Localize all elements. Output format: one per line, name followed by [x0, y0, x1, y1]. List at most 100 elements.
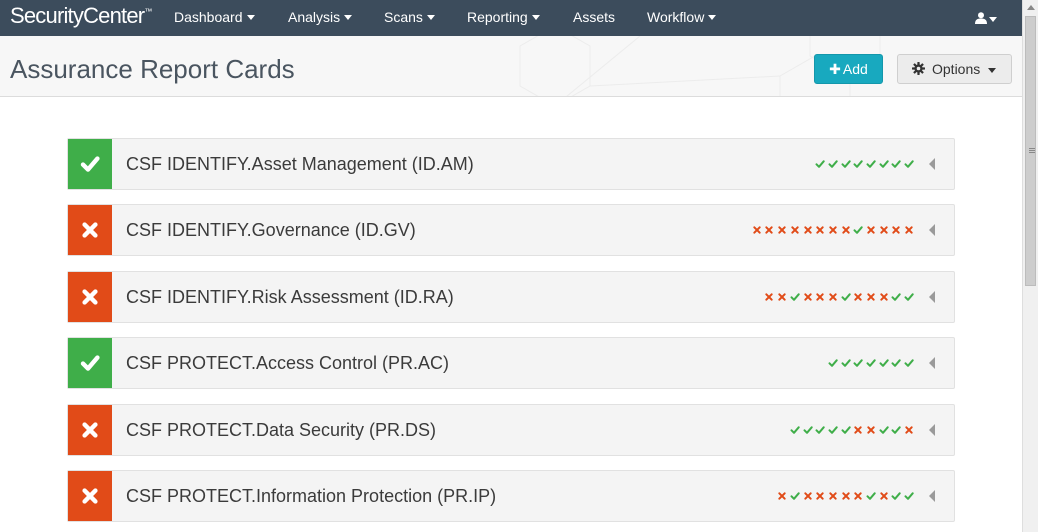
card-title: CSF PROTECT.Data Security (PR.DS): [126, 420, 437, 440]
history-check-icon: [803, 426, 813, 434]
chevron-down-icon: [989, 17, 997, 22]
history-x-icon: [867, 293, 875, 301]
chevron-down-icon: [988, 68, 996, 73]
check-icon: [80, 156, 100, 172]
status-badge: [68, 139, 112, 189]
nav-dashboard-label: Dashboard: [174, 9, 243, 25]
chevron-down-icon: [708, 14, 717, 20]
history-x-icon: [829, 293, 837, 301]
history-indicators: [774, 471, 914, 521]
expand-arrow-icon[interactable]: [929, 158, 935, 170]
add-button[interactable]: ✚ Add: [814, 54, 883, 84]
history-x-icon: [816, 492, 824, 500]
history-check-icon: [841, 426, 851, 434]
page-title: Assurance Report Cards: [10, 54, 295, 84]
history-check-icon: [891, 359, 902, 367]
history-x-icon: [854, 293, 862, 301]
history-x-icon: [841, 492, 850, 500]
user-menu[interactable]: [975, 0, 1005, 36]
history-x-icon: [879, 293, 888, 301]
x-icon: [82, 289, 98, 305]
expand-arrow-icon[interactable]: [929, 424, 935, 436]
nav-scans-label: Scans: [384, 9, 423, 25]
history-check-icon: [790, 492, 800, 500]
history-check-icon: [866, 359, 876, 367]
chevron-down-icon: [531, 14, 540, 20]
history-x-icon: [905, 426, 913, 434]
expand-arrow-icon[interactable]: [929, 291, 935, 303]
nav-assets-label: Assets: [573, 9, 616, 25]
status-badge: [68, 205, 112, 255]
history-check-icon: [879, 426, 889, 434]
nav-dashboard[interactable]: Dashboard: [174, 0, 255, 36]
top-navbar: SecurityCenter™ Dashboard Analysis Scans…: [0, 0, 1022, 36]
history-x-icon: [778, 293, 786, 301]
history-check-icon: [891, 160, 902, 168]
history-check-icon: [841, 359, 851, 367]
history-check-icon: [904, 293, 914, 301]
report-card[interactable]: CSF IDENTIFY.Asset Management (ID.AM): [67, 138, 955, 190]
history-x-icon: [905, 226, 913, 234]
expand-arrow-icon[interactable]: [929, 357, 935, 369]
card-title: CSF IDENTIFY.Asset Management (ID.AM): [126, 154, 474, 174]
report-card[interactable]: CSF PROTECT.Access Control (PR.AC): [67, 337, 955, 389]
history-check-icon: [866, 160, 876, 168]
plus-icon: ✚: [829, 61, 841, 77]
options-button[interactable]: Options: [897, 54, 1012, 84]
status-badge: [68, 338, 112, 388]
history-check-icon: [866, 492, 876, 500]
history-x-icon: [816, 226, 824, 234]
history-check-icon: [853, 226, 863, 234]
history-check-icon: [828, 160, 838, 168]
user-icon: [975, 12, 987, 24]
report-card[interactable]: CSF IDENTIFY.Risk Assessment (ID.RA): [67, 271, 955, 323]
history-check-icon: [904, 492, 914, 500]
report-card[interactable]: CSF PROTECT.Data Security (PR.DS): [67, 404, 955, 456]
report-card[interactable]: CSF IDENTIFY.Governance (ID.GV): [67, 204, 955, 256]
vertical-scrollbar[interactable]: [1022, 0, 1038, 532]
expand-arrow-icon[interactable]: [929, 224, 935, 236]
nav-reporting-label: Reporting: [467, 9, 528, 25]
history-x-icon: [803, 293, 812, 301]
x-icon: [82, 222, 98, 238]
nav-workflow[interactable]: Workflow: [647, 0, 717, 36]
history-x-icon: [803, 492, 812, 500]
brand-logo[interactable]: SecurityCenter™: [10, 3, 152, 29]
history-check-icon: [815, 426, 825, 434]
scrollbar-thumb[interactable]: [1025, 16, 1036, 286]
history-indicators: [825, 338, 914, 388]
history-check-icon: [904, 160, 914, 168]
history-x-icon: [829, 226, 837, 234]
history-indicators: [813, 139, 915, 189]
history-indicators: [762, 272, 914, 322]
history-x-icon: [841, 226, 850, 234]
history-check-icon: [841, 293, 851, 301]
history-x-icon: [765, 293, 774, 301]
history-x-icon: [854, 492, 862, 500]
chevron-down-icon: [344, 14, 353, 20]
report-card[interactable]: CSF PROTECT.Information Protection (PR.I…: [67, 470, 955, 522]
history-x-icon: [829, 492, 837, 500]
nav-assets[interactable]: Assets: [573, 0, 615, 36]
history-x-icon: [816, 293, 824, 301]
card-title: CSF IDENTIFY.Governance (ID.GV): [126, 220, 416, 240]
history-x-icon: [879, 226, 888, 234]
status-badge: [68, 272, 112, 322]
history-x-icon: [867, 226, 875, 234]
nav-reporting[interactable]: Reporting: [467, 0, 540, 36]
history-x-icon: [879, 492, 888, 500]
nav-scans[interactable]: Scans: [384, 0, 435, 36]
history-indicators: [749, 205, 914, 255]
nav-analysis[interactable]: Analysis: [288, 0, 353, 36]
gear-icon: [912, 62, 925, 75]
history-check-icon: [841, 160, 851, 168]
scroll-up-arrow-icon[interactable]: [1027, 5, 1035, 10]
check-icon: [80, 355, 100, 371]
expand-arrow-icon[interactable]: [929, 490, 935, 502]
history-x-icon: [892, 226, 901, 234]
history-check-icon: [790, 426, 800, 434]
chevron-down-icon: [426, 14, 435, 20]
page-header: Assurance Report Cards ✚ Add Options: [0, 36, 1022, 97]
card-title: CSF PROTECT.Information Protection (PR.I…: [126, 486, 497, 506]
history-check-icon: [891, 492, 902, 500]
